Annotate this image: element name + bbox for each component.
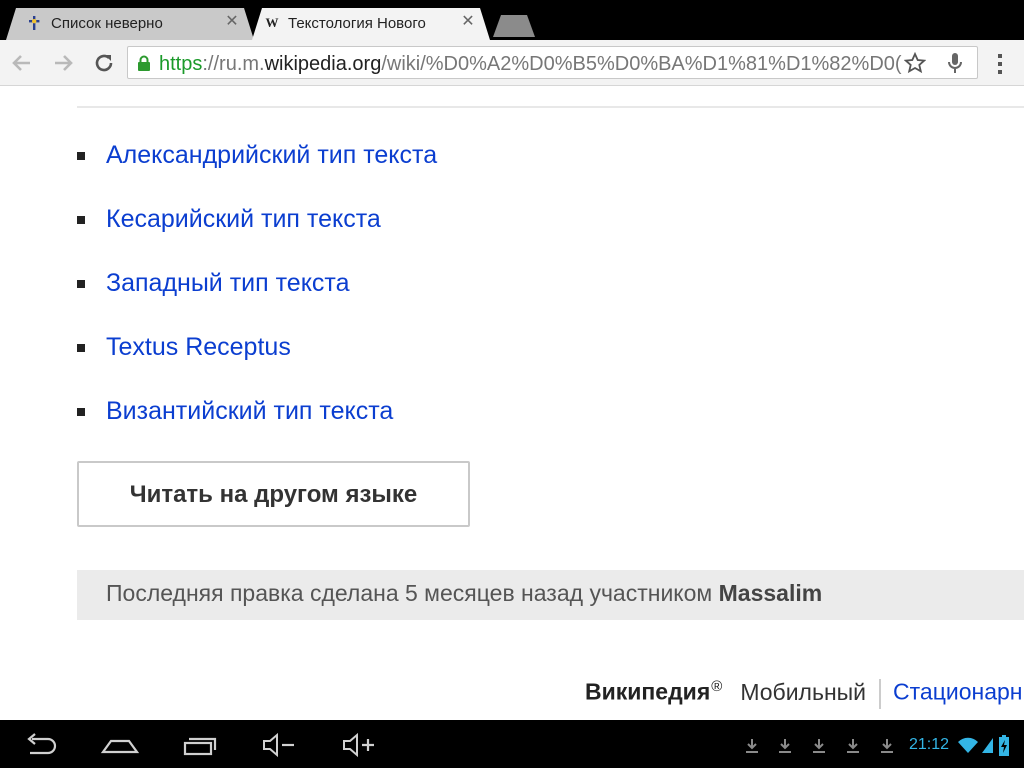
forward-arrow-icon[interactable] xyxy=(50,50,76,76)
language-link[interactable]: Западный тип текста xyxy=(106,266,349,300)
url-text[interactable]: https://ru.m.wikipedia.org/wiki/%D0%A2%D… xyxy=(159,53,904,75)
divider xyxy=(77,106,1024,108)
tab-title: Текстология Нового xyxy=(288,15,426,32)
close-tab-icon[interactable]: ✕ xyxy=(224,14,240,30)
new-tab-button[interactable] xyxy=(493,15,535,37)
tab-inactive[interactable]: Список неверно ✕ xyxy=(6,8,254,40)
language-link[interactable]: Византийский тип текста xyxy=(106,394,393,428)
download-icon xyxy=(812,738,826,754)
footer-mobile-label: Мобильный xyxy=(740,678,867,705)
overflow-menu-icon[interactable] xyxy=(990,52,1010,76)
registered-mark: ® xyxy=(711,678,723,695)
wifi-icon xyxy=(957,736,979,754)
home-icon[interactable] xyxy=(100,730,140,760)
download-icon xyxy=(880,738,894,754)
url-subdomain: ru.m. xyxy=(219,53,265,75)
download-icon xyxy=(745,738,759,754)
cross-favicon-icon xyxy=(26,15,42,31)
last-edit-user[interactable]: Massalim xyxy=(719,580,823,606)
url-scheme: https xyxy=(159,53,203,75)
recent-apps-icon[interactable] xyxy=(181,730,219,760)
list-item: Textus Receptus xyxy=(77,330,777,370)
tab-strip: Список неверно ✕ W Текстология Нового ✕ xyxy=(0,0,1024,40)
list-item: Александрийский тип текста xyxy=(77,138,777,178)
signal-icon xyxy=(981,737,994,753)
footer-desktop-link[interactable]: Стационарный xyxy=(893,679,1024,705)
address-bar[interactable]: https://ru.m.wikipedia.org/wiki/%D0%A2%D… xyxy=(127,46,978,79)
bullet xyxy=(77,280,85,288)
language-link[interactable]: Александрийский тип текста xyxy=(106,138,437,172)
microphone-icon[interactable] xyxy=(945,52,965,74)
url-path: /wiki/%D0%A2%D0%B5%D0%BA%D1%81%D1%82%D0( xyxy=(381,53,902,75)
lock-icon xyxy=(137,55,151,71)
footer-brand: Википедия xyxy=(585,678,711,705)
language-link[interactable]: Textus Receptus xyxy=(106,330,291,364)
bullet xyxy=(77,344,85,352)
wikipedia-w-icon: W xyxy=(265,15,279,30)
page-content: Александрийский тип текста Кесарийский т… xyxy=(0,86,1024,720)
volume-up-icon[interactable] xyxy=(341,730,377,760)
bullet xyxy=(77,408,85,416)
footer: Википедия® Мобильный Стационарный xyxy=(585,671,1024,709)
last-edit-text: Последняя правка сделана 5 месяцев назад… xyxy=(106,580,713,606)
clock[interactable]: 21:12 xyxy=(909,735,949,755)
list-item: Кесарийский тип текста xyxy=(77,202,777,242)
reload-icon[interactable] xyxy=(91,50,117,76)
list-item: Византийский тип текста xyxy=(77,394,777,434)
star-icon[interactable] xyxy=(903,51,927,74)
bullet xyxy=(77,216,85,224)
url-separator: :// xyxy=(202,53,220,75)
read-other-language-button[interactable]: Читать на другом языке xyxy=(77,461,470,527)
back-arrow-icon[interactable] xyxy=(9,50,35,76)
last-edit-bar[interactable]: Последняя правка сделана 5 месяцев назад… xyxy=(77,570,1024,620)
volume-down-icon[interactable] xyxy=(261,730,297,760)
system-bar: 21:12 xyxy=(0,720,1024,768)
battery-charging-icon xyxy=(998,735,1010,756)
footer-separator xyxy=(879,678,882,709)
download-icon xyxy=(778,738,792,754)
language-link[interactable]: Кесарийский тип текста xyxy=(106,202,381,236)
bullet xyxy=(77,152,85,160)
list-item: Западный тип текста xyxy=(77,266,777,306)
browser-toolbar: https://ru.m.wikipedia.org/wiki/%D0%A2%D… xyxy=(0,40,1024,86)
tab-title: Список неверно xyxy=(51,15,163,32)
close-tab-icon[interactable]: ✕ xyxy=(460,14,476,30)
url-domain: wikipedia.org xyxy=(264,53,382,75)
download-icon xyxy=(846,738,860,754)
back-icon[interactable] xyxy=(22,730,60,760)
tab-active[interactable]: W Текстология Нового ✕ xyxy=(252,8,490,40)
